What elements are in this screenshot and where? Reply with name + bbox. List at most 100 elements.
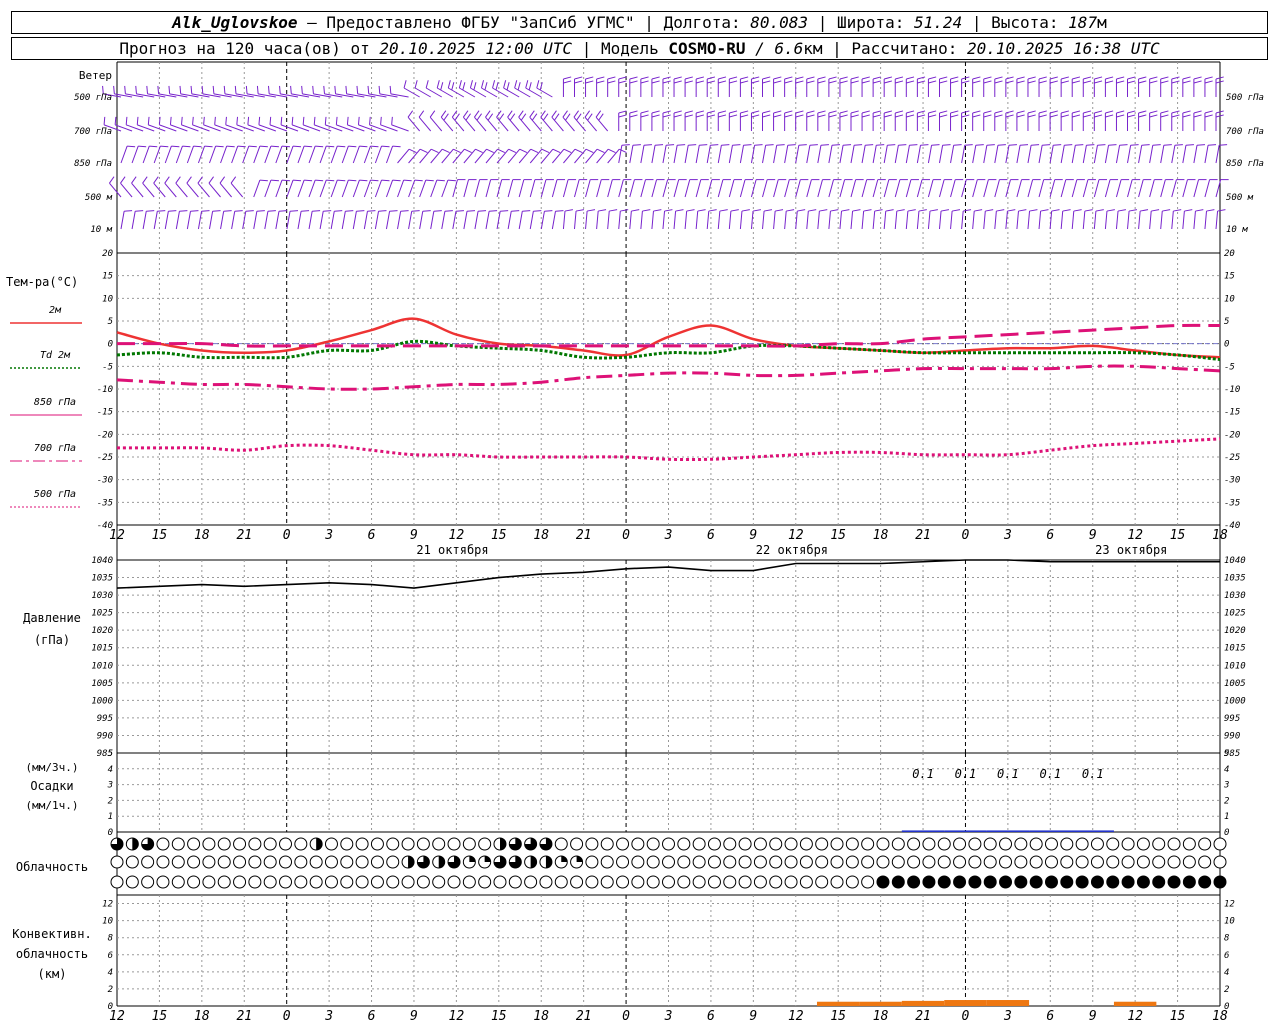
- cloud-2-44-ring: [784, 875, 798, 889]
- pressure-line: [116, 559, 1220, 589]
- wind-flag-4-66-0: [852, 209, 861, 212]
- wind-flag-3-1-0: [120, 176, 126, 184]
- wind-barb-4-51: [684, 211, 688, 230]
- wind-flag-0-85-0: [1061, 76, 1070, 80]
- wind-flag-2-47-0: [643, 144, 652, 146]
- cloud-1-58-ring: [999, 855, 1013, 869]
- wind-barb-2-99: [1215, 145, 1220, 164]
- wind-flag-1-32-0: [462, 110, 469, 118]
- time-label-bottom-24: 12: [1127, 1009, 1143, 1024]
- wind-barb-3-83: [1038, 179, 1045, 198]
- cloud-1-14-ring: [324, 855, 338, 869]
- cloud-1-11-ring: [279, 855, 293, 869]
- wind-barb-4-99: [1215, 211, 1219, 230]
- wind-barb-4-29: [441, 211, 446, 230]
- cloud-2-59-fill: [1014, 876, 1027, 888]
- wind-flag-0-42-0: [585, 76, 594, 80]
- wind-flag-0-9-0: [201, 85, 204, 94]
- wind-flag-2-30-0: [464, 148, 472, 154]
- cloud-0-25-fill: [499, 838, 506, 850]
- wind-barb-3-1: [120, 182, 133, 198]
- wind-barb-3-85: [1060, 179, 1067, 198]
- prec-ytick-right-3: 3: [1223, 781, 1229, 791]
- precip-bar-22: [1029, 830, 1072, 832]
- wind-flag-2-71-0: [909, 144, 918, 146]
- wind-flag-0-77-1: [972, 80, 981, 84]
- wind-flag-1-16-0: [280, 116, 283, 125]
- wind-flag-1-74-0: [939, 110, 948, 114]
- wind-flag-4-21-0: [356, 210, 365, 212]
- wind-flag-1-98-1: [1204, 114, 1213, 118]
- wind-barb-2-65: [839, 145, 844, 164]
- wind-flag-2-34-0: [508, 148, 517, 154]
- cloud-0-18-ring: [386, 837, 400, 851]
- wind-flag-0-1-0: [113, 85, 115, 94]
- wind-flag-4-72-0: [918, 209, 927, 212]
- wind-flag-0-27-0: [403, 80, 407, 89]
- cloud-0-10-ring: [263, 837, 277, 851]
- wind-flag-2-6-0: [193, 145, 202, 148]
- wind-flag-3-9-0: [208, 176, 214, 184]
- time-label-bottom-18: 18: [873, 1009, 889, 1024]
- cloud-2-0-ring: [110, 875, 124, 889]
- time-label-top-15: 9: [749, 528, 757, 543]
- cloud-2-72-fill: [1214, 876, 1226, 888]
- cloud-0-16-ring: [355, 837, 369, 851]
- time-label-top-23: 9: [1089, 528, 1097, 543]
- wind-barb-3-94: [1160, 179, 1166, 198]
- wind-flag-0-37-0: [514, 80, 518, 89]
- time-label-bottom-0: 12: [109, 1009, 125, 1024]
- cloud-0-46-ring: [815, 837, 829, 851]
- wind-flag-2-41-0: [585, 148, 594, 154]
- wind-flag-1-81-1: [1016, 114, 1025, 118]
- cloud-2-33-ring: [616, 875, 630, 889]
- wind-flag-4-53-0: [708, 209, 717, 212]
- time-label-bottom-14: 6: [707, 1009, 715, 1024]
- wind-flag-0-59-1: [773, 80, 782, 84]
- cloud-2-19-ring: [401, 875, 415, 889]
- wind-flag-0-33-1: [473, 82, 477, 91]
- cloud-1-9-ring: [248, 855, 262, 869]
- wind-flag-1-93-0: [1149, 110, 1158, 114]
- wind-flag-0-48-0: [651, 76, 660, 80]
- wind-flag-2-0-0: [127, 145, 136, 148]
- wind-flag-1-83-0: [1038, 110, 1047, 114]
- cloud-0-70-ring: [1182, 837, 1196, 851]
- cloud-0-23-ring: [462, 837, 476, 851]
- wind-barb-3-22: [363, 179, 371, 198]
- pres-ytick-right-1015: 1015: [1224, 644, 1246, 654]
- wind-barb-2-97: [1193, 145, 1198, 164]
- wind-barb-4-96: [1182, 211, 1185, 230]
- cloud-0-58-ring: [999, 837, 1013, 851]
- wind-flag-1-46-0: [629, 110, 638, 114]
- wind-flag-2-89-0: [1108, 144, 1117, 146]
- time-label-bottom-23: 9: [1089, 1009, 1097, 1024]
- wind-flag-1-10-0: [214, 116, 216, 125]
- wind-flag-3-7-0: [186, 176, 192, 184]
- wind-barb-3-12: [253, 179, 261, 198]
- cloud-0-39-ring: [707, 837, 721, 851]
- wind-flag-1-32-1: [465, 113, 471, 121]
- wind-barb-4-33: [485, 211, 490, 230]
- wind-flag-0-6-0: [168, 85, 171, 94]
- cloud-2-65-fill: [1106, 876, 1119, 888]
- wind-flag-4-40-0: [564, 209, 573, 212]
- wind-flag-0-45-1: [618, 80, 627, 84]
- wind-barb-2-48: [651, 145, 656, 164]
- wind-barb-4-73: [927, 211, 931, 230]
- cloud-1-69-ring: [1167, 855, 1181, 869]
- cloud-2-56-fill: [968, 876, 981, 888]
- wind-flag-2-96-0: [1185, 144, 1194, 146]
- cloud-1-27-fill: [530, 856, 537, 868]
- wind-flag-1-96-1: [1182, 114, 1191, 118]
- wind-flag-1-70-1: [895, 114, 904, 118]
- wind-level-left-2: 850 гПа: [74, 159, 112, 169]
- time-label-top-17: 15: [830, 528, 846, 543]
- wind-barb-2-5: [175, 145, 183, 164]
- wind-flag-0-83-0: [1038, 76, 1047, 80]
- wind-barb-4-43: [596, 211, 599, 230]
- cloud-0-50-ring: [876, 837, 890, 851]
- wind-flag-2-23-0: [381, 145, 390, 148]
- wind-flag-1-86-0: [1072, 110, 1081, 114]
- wind-barb-4-16: [297, 211, 302, 230]
